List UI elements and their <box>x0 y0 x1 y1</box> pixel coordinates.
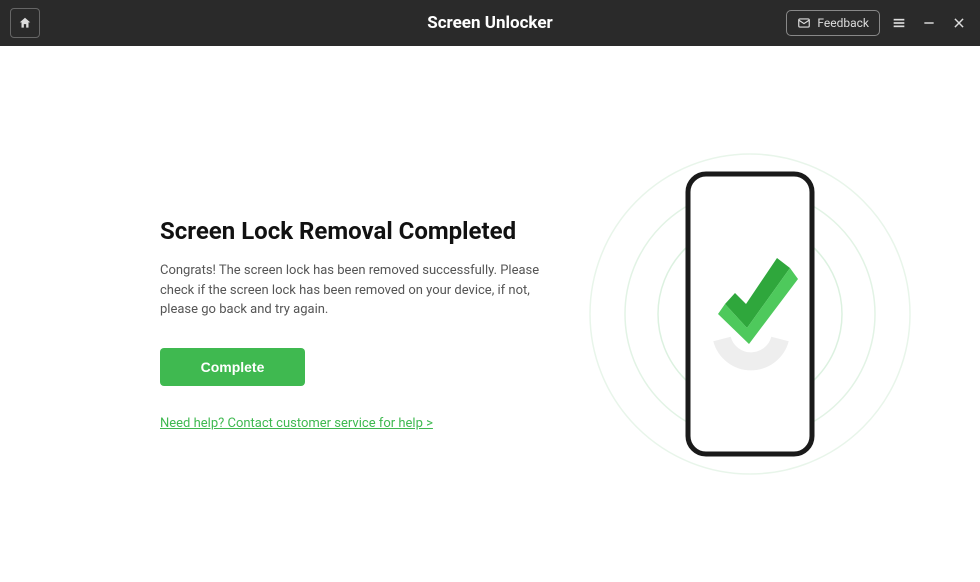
menu-button[interactable] <box>888 12 910 34</box>
minimize-button[interactable] <box>918 12 940 34</box>
help-link[interactable]: Need help? Contact customer service for … <box>160 416 433 431</box>
content: Screen Lock Removal Completed Congrats! … <box>0 46 980 582</box>
feedback-label: Feedback <box>817 16 869 30</box>
close-icon <box>952 16 966 30</box>
titlebar: Screen Unlocker Feedback <box>0 0 980 46</box>
phone-success-illustration <box>580 144 920 484</box>
close-button[interactable] <box>948 12 970 34</box>
illustration-panel <box>580 46 920 582</box>
message-panel: Screen Lock Removal Completed Congrats! … <box>160 197 550 431</box>
titlebar-controls: Feedback <box>786 10 970 36</box>
page-body-text: Congrats! The screen lock has been remov… <box>160 261 550 320</box>
menu-icon <box>891 15 907 31</box>
mail-icon <box>797 16 811 30</box>
home-button[interactable] <box>10 8 40 38</box>
complete-button[interactable]: Complete <box>160 348 305 386</box>
app-title: Screen Unlocker <box>427 13 553 33</box>
minimize-icon <box>922 16 936 30</box>
page-heading: Screen Lock Removal Completed <box>160 217 550 245</box>
feedback-button[interactable]: Feedback <box>786 10 880 36</box>
home-icon <box>18 16 32 30</box>
